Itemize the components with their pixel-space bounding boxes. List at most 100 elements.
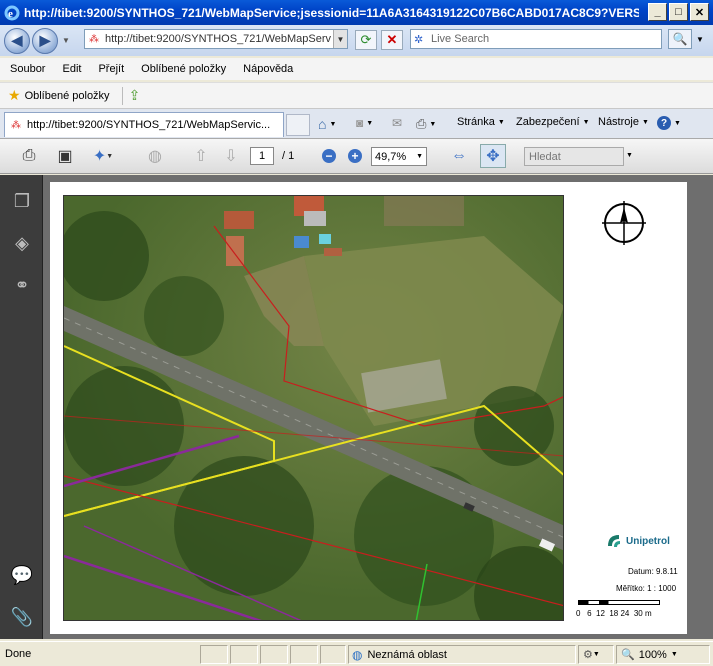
zoom-level: 100% xyxy=(638,648,667,661)
menu-help[interactable]: Nápověda xyxy=(233,63,300,75)
prev-page-button[interactable]: ⇧ xyxy=(188,144,214,168)
status-segment xyxy=(200,645,228,664)
refresh-button[interactable]: ⟳ xyxy=(355,30,377,50)
map-canvas xyxy=(64,196,563,620)
document-view[interactable]: Unipetrol Datum: 9.8.11 Měřítko: 1 : 100… xyxy=(43,175,713,639)
find-input[interactable]: Hledat xyxy=(524,147,624,166)
page-menu-label: Stránka xyxy=(457,116,495,128)
refresh-icon: ⟳ xyxy=(360,32,372,47)
arrow-down-icon: ⇩ xyxy=(224,148,238,165)
back-button[interactable]: ◀ xyxy=(4,27,30,54)
next-page-button[interactable]: ⇩ xyxy=(218,144,244,168)
tab-current[interactable]: ⁂ http://tibet:9200/SYNTHOS_721/WebMapSe… xyxy=(4,112,284,137)
maximize-button[interactable]: □ xyxy=(669,3,688,21)
status-segment xyxy=(320,645,346,664)
tools-menu[interactable]: Nástroje ▼ xyxy=(598,116,649,128)
fit-width-button[interactable]: ⇔ xyxy=(446,144,472,168)
page-number-input[interactable]: 1 xyxy=(250,147,274,165)
address-field[interactable]: ⁂ http://tibet:9200/SYNTHOS_721/WebMapSe… xyxy=(84,29,348,49)
magnifier-icon: 🔍 xyxy=(621,649,635,661)
layers-icon[interactable]: ◈ xyxy=(10,231,34,255)
add-favorite-icon[interactable]: ⇪ xyxy=(129,87,141,104)
binoculars-icon[interactable]: ⚭ xyxy=(10,273,34,297)
scale-bar xyxy=(578,600,660,605)
page-favicon-icon: ⁂ xyxy=(89,33,99,45)
pdf-page: Unipetrol Datum: 9.8.11 Měřítko: 1 : 100… xyxy=(50,182,687,634)
page-menu[interactable]: Stránka ▼ xyxy=(457,116,505,128)
help-icon: ? xyxy=(657,116,671,130)
tools-menu-label: Nástroje xyxy=(598,116,639,128)
menu-go[interactable]: Přejít xyxy=(88,63,131,75)
favorites-button[interactable]: Oblíbené položky xyxy=(25,90,110,102)
mail-icon: ✉ xyxy=(392,116,403,130)
unipetrol-logo-icon xyxy=(608,535,620,547)
save-icon: ▣ xyxy=(57,148,73,165)
pdf-collaborate-button[interactable]: ✦ ▼ xyxy=(90,144,116,168)
menu-favorites[interactable]: Oblíbené položky xyxy=(131,63,233,75)
history-dropdown-icon[interactable]: ▼ xyxy=(62,36,70,45)
search-button[interactable]: 🔍 xyxy=(668,29,692,49)
zoom-select[interactable]: 49,7% ▼ xyxy=(371,147,427,166)
zoom-out-button[interactable]: − xyxy=(316,144,342,168)
map-date: Datum: 9.8.11 xyxy=(628,567,678,576)
print-button[interactable]: ⎙ ▼ xyxy=(416,116,436,132)
zoom-level-button[interactable]: 🔍 100% ▼ xyxy=(616,645,710,664)
pages-icon[interactable]: ❐ xyxy=(10,189,34,213)
security-menu-label: Zabezpečení xyxy=(516,116,580,128)
pdf-navigation-pane: ❐ ◈ ⚭ 💬 📎 xyxy=(0,175,43,639)
printer-icon: ⎙ xyxy=(416,116,427,131)
zoom-out-icon: − xyxy=(322,149,336,163)
favorites-bar: ★ Oblíbené položky ⇪ xyxy=(0,82,713,108)
tab-title: http://tibet:9200/SYNTHOS_721/WebMapServ… xyxy=(27,119,271,131)
security-zone[interactable]: ◍ Neznámá oblast xyxy=(348,645,576,664)
close-window-button[interactable]: ✕ xyxy=(690,3,709,21)
globe-icon: ◍ xyxy=(148,148,162,165)
arrow-up-icon: ⇧ xyxy=(194,148,208,165)
zoom-in-icon: + xyxy=(348,149,362,163)
address-dropdown-icon[interactable]: ▼ xyxy=(333,30,347,48)
search-input[interactable]: Live Search xyxy=(410,29,662,49)
logo-text: Unipetrol xyxy=(626,535,670,547)
window-title: http://tibet:9200/SYNTHOS_721/WebMapServ… xyxy=(24,5,639,20)
toolbar-divider xyxy=(121,86,123,105)
feeds-button[interactable]: ◙ ▼ xyxy=(356,116,373,130)
menu-bar: Soubor Edit Přejít Oblíbené položky Nápo… xyxy=(0,58,713,80)
minimize-button[interactable]: _ xyxy=(648,3,667,21)
status-bar: Done ◍ Neznámá oblast ⚙ ▼ 🔍 100% ▼ xyxy=(0,641,713,666)
pdf-print-button[interactable]: ⎙ xyxy=(16,144,42,168)
menu-edit[interactable]: Edit xyxy=(52,63,88,75)
address-toolbar: ◀ ▶ ▼ ⁂ http://tibet:9200/SYNTHOS_721/We… xyxy=(0,25,713,56)
menu-file[interactable]: Soubor xyxy=(0,63,52,75)
new-tab-button[interactable] xyxy=(286,114,310,136)
fit-page-icon: ✥ xyxy=(486,148,500,165)
status-segment xyxy=(230,645,258,664)
stop-button[interactable]: ✕ xyxy=(381,30,403,50)
settings-icon: ⚙ xyxy=(583,649,593,661)
find-dropdown-icon[interactable]: ▼ xyxy=(626,152,633,159)
aerial-map[interactable] xyxy=(63,195,564,621)
status-text: Done xyxy=(5,648,32,660)
collaborate-icon: ✦ xyxy=(92,148,107,165)
pdf-save-button[interactable]: ▣ xyxy=(52,144,78,168)
zoom-in-button[interactable]: + xyxy=(342,144,368,168)
page-total: / 1 xyxy=(282,150,295,162)
security-menu[interactable]: Zabezpečení ▼ xyxy=(516,116,590,128)
tab-favicon-icon: ⁂ xyxy=(11,119,21,131)
address-text: http://tibet:9200/SYNTHOS_721/WebMapServ xyxy=(105,33,332,45)
tab-bar: ⁂ http://tibet:9200/SYNTHOS_721/WebMapSe… xyxy=(0,108,713,138)
forward-button[interactable]: ▶ xyxy=(32,27,58,54)
fit-page-button[interactable]: ✥ xyxy=(480,144,506,168)
protected-mode-button[interactable]: ⚙ ▼ xyxy=(578,645,614,664)
pdf-print-icon: ⎙ xyxy=(22,147,36,164)
status-segment xyxy=(260,645,288,664)
help-button[interactable]: ? ▼ xyxy=(657,116,681,130)
search-options-icon[interactable]: ▼ xyxy=(696,35,704,44)
pdf-sign-button[interactable]: ◍ xyxy=(142,144,168,168)
home-button[interactable]: ⌂ ▼ xyxy=(318,116,336,132)
mail-button[interactable]: ✉ xyxy=(392,116,402,130)
svg-text:e: e xyxy=(8,8,13,20)
comments-icon[interactable]: 💬 xyxy=(10,563,34,587)
attachment-icon[interactable]: 📎 xyxy=(10,605,34,629)
fit-width-icon: ⇔ xyxy=(451,147,467,164)
internet-zone-icon: ◍ xyxy=(352,647,363,662)
